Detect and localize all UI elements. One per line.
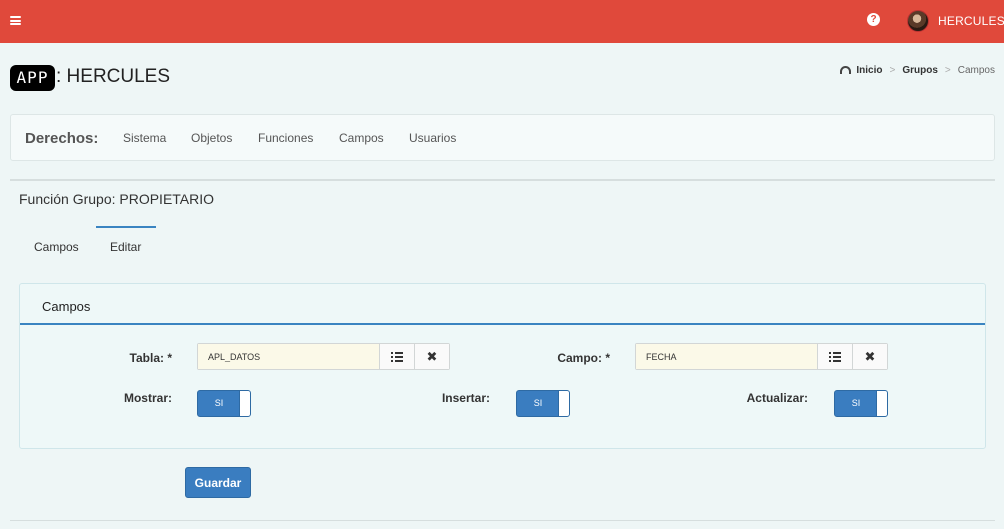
campo-list-button[interactable] [817,344,852,369]
campo-input-group: ✖ [635,343,888,370]
panel-header: Campos [20,284,985,325]
help-icon[interactable]: ? [867,13,880,26]
panel-title: Campos [42,299,91,314]
breadcrumb-inicio[interactable]: Inicio [856,65,882,76]
toggle-value: SI [851,398,861,408]
mostrar-label: Mostrar: [123,391,172,405]
tab-campos[interactable]: Campos [34,240,79,254]
rights-item-sistema[interactable]: Sistema [123,131,166,145]
insertar-toggle[interactable]: SI [516,390,570,417]
function-title: Función Grupo: PROPIETARIO [19,191,215,207]
list-icon [391,351,403,362]
bottom-divider [10,520,995,521]
user-name[interactable]: HERCULES [938,14,1004,28]
tabla-input-group: ✖ [197,343,450,370]
tabla-list-button[interactable] [379,344,414,369]
rights-item-usuarios[interactable]: Usuarios [409,131,456,145]
rights-nav: Derechos: Sistema Objetos Funciones Camp… [10,114,995,161]
avatar[interactable] [907,10,929,32]
hamburger-icon[interactable] [10,16,21,25]
tabla-input[interactable] [198,344,379,369]
toggle-knob [239,391,250,416]
rights-item-objetos[interactable]: Objetos [191,131,232,145]
rights-item-funciones[interactable]: Funciones [258,131,313,145]
campo-clear-button[interactable]: ✖ [852,344,887,369]
top-bar: ? HERCULES [0,0,1004,43]
campo-input[interactable] [636,344,817,369]
list-icon [829,351,841,362]
close-icon: ✖ [426,349,438,364]
breadcrumb-separator: > [944,65,951,76]
rights-label: Derechos: [25,130,99,147]
toggle-value: SI [533,398,543,408]
close-icon: ✖ [864,349,876,364]
breadcrumb-separator: > [889,65,896,76]
breadcrumb-grupos[interactable]: Grupos [902,65,938,76]
actualizar-label: Actualizar: [746,391,808,405]
active-tab-indicator [96,226,156,228]
divider [10,179,995,181]
breadcrumb: Inicio > Grupos > Campos [840,65,995,76]
tabla-label: Tabla: * [129,351,172,365]
toggle-knob [876,391,887,416]
dashboard-icon [840,65,852,74]
toggle-knob [558,391,569,416]
breadcrumb-campos: Campos [957,65,995,76]
campos-panel: Campos Tabla: * ✖ Campo: * ✖ Mostrar: SI… [19,283,986,449]
mostrar-toggle[interactable]: SI [197,390,251,417]
tabla-clear-button[interactable]: ✖ [414,344,449,369]
app-logo: APP [10,65,55,91]
rights-item-campos[interactable]: Campos [339,131,384,145]
tab-editar[interactable]: Editar [110,240,141,254]
campo-label: Campo: * [557,351,610,365]
insertar-label: Insertar: [441,391,490,405]
actualizar-toggle[interactable]: SI [834,390,888,417]
save-button[interactable]: Guardar [185,467,251,498]
app-title: : HERCULES [56,66,171,87]
toggle-value: SI [214,398,224,408]
